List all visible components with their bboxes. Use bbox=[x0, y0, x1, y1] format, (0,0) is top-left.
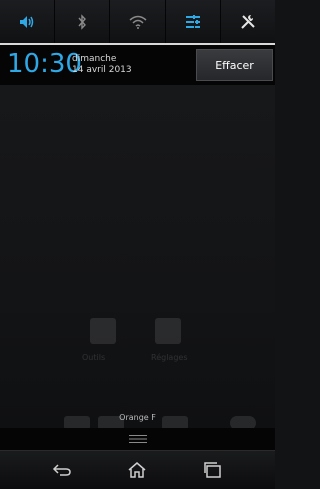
bluetooth-toggle[interactable] bbox=[55, 0, 111, 43]
volume-toggle[interactable] bbox=[0, 0, 56, 43]
wifi-icon bbox=[129, 15, 146, 29]
clock-time: 10:30 bbox=[7, 49, 82, 79]
bluetooth-icon bbox=[78, 13, 87, 30]
home-button[interactable] bbox=[122, 459, 152, 481]
drag-handle[interactable] bbox=[0, 428, 275, 450]
tools-app-label: Outils bbox=[82, 353, 106, 362]
home-icon bbox=[128, 462, 146, 478]
navigation-bar bbox=[0, 450, 275, 489]
settings-toggle[interactable] bbox=[221, 0, 275, 43]
back-arrow-icon bbox=[52, 464, 71, 476]
clear-notifications-button[interactable]: Effacer bbox=[196, 49, 273, 81]
settings-app-label: Réglages bbox=[151, 353, 188, 362]
settings-app-icon bbox=[155, 318, 181, 344]
tools-icon bbox=[241, 14, 255, 29]
grip-icon bbox=[128, 435, 147, 443]
volume-icon bbox=[20, 15, 34, 28]
quick-settings-bar bbox=[0, 0, 275, 43]
wifi-toggle[interactable] bbox=[110, 0, 166, 43]
carrier-label: Orange F bbox=[119, 413, 156, 422]
recent-apps-icon bbox=[204, 462, 221, 478]
sync-settings-icon bbox=[185, 14, 200, 28]
tools-app-icon bbox=[90, 318, 116, 344]
back-button[interactable] bbox=[47, 459, 77, 481]
dimmed-home-screen bbox=[0, 85, 275, 428]
clock-day: dimanche bbox=[72, 54, 117, 64]
clock-date: 14 avril 2013 bbox=[72, 65, 132, 75]
recent-apps-button[interactable] bbox=[198, 459, 228, 481]
sync-toggle[interactable] bbox=[166, 0, 221, 43]
